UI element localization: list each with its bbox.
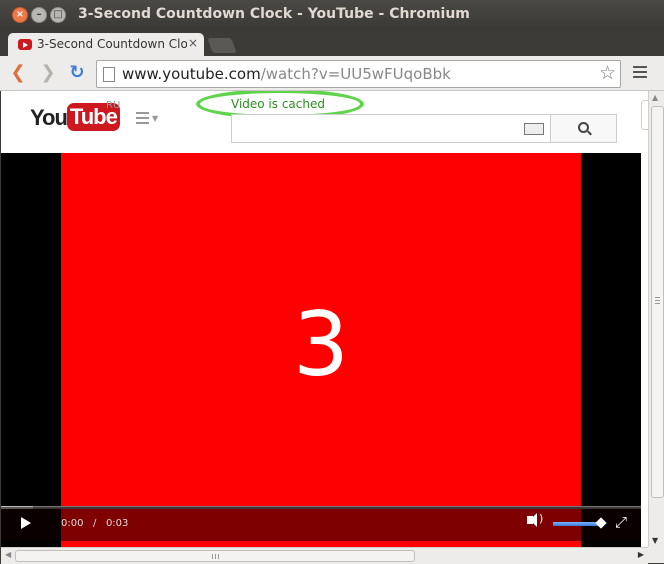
youtube-header: You Tube RU ▼ Video is cached (1, 91, 648, 153)
logo-you-text: You (30, 105, 68, 130)
url-text[interactable]: www.youtube.com/watch?v=UU5wFUqoBbk (122, 65, 451, 83)
reload-button[interactable]: ↻ (66, 62, 88, 84)
time-separator: / (93, 518, 97, 529)
video-player[interactable]: 3 0:00 / 0:03 (1, 153, 641, 547)
vertical-scroll-thumb[interactable] (651, 106, 664, 498)
search-input[interactable] (231, 114, 551, 143)
window-titlebar: × – □ 3-Second Countdown Clock - YouTube… (0, 0, 664, 30)
window-maximize-button[interactable]: □ (50, 7, 66, 23)
video-frame: 3 (61, 153, 581, 547)
vertical-scrollbar[interactable]: ▲ ▼ (648, 91, 664, 547)
scroll-right-icon[interactable]: ▶ (638, 550, 644, 559)
scrollbar-corner (648, 547, 664, 563)
browser-toolbar: ❮ ❯ ↻ www.youtube.com/watch?v=UU5wFUqoBb… (0, 56, 664, 91)
horizontal-scrollbar[interactable]: ◀ ▶ (1, 547, 648, 564)
volume-slider[interactable] (553, 522, 601, 526)
scroll-up-icon[interactable]: ▲ (652, 93, 658, 102)
forward-button[interactable]: ❯ (37, 62, 59, 84)
play-icon[interactable] (21, 517, 31, 529)
volume-icon[interactable] (527, 512, 543, 527)
time-display: 0:00 / 0:03 (61, 518, 128, 529)
back-button[interactable]: ❮ (7, 62, 29, 84)
region-label: RU (106, 100, 121, 111)
address-bar[interactable]: www.youtube.com/watch?v=UU5wFUqoBbk ☆ (96, 60, 621, 88)
url-path: /watch?v=UU5wFUqoBbk (260, 65, 451, 83)
search-button[interactable] (550, 114, 617, 143)
window-minimize-button[interactable]: – (31, 7, 47, 23)
new-tab-button[interactable] (207, 38, 237, 53)
keyboard-icon[interactable] (524, 123, 544, 135)
window-title: 3-Second Countdown Clock - YouTube - Chr… (78, 6, 470, 22)
horizontal-scroll-thumb[interactable] (15, 550, 415, 562)
tab-strip: 3-Second Countdown Cloc × (0, 30, 664, 56)
url-host: www.youtube.com (122, 65, 261, 83)
annotation-text: Video is cached (231, 97, 325, 111)
window-close-button[interactable]: × (12, 7, 28, 23)
browser-menu-icon[interactable] (633, 66, 647, 80)
search-icon (578, 122, 589, 133)
player-controls: 0:00 / 0:03 (1, 507, 641, 541)
page-viewport: You Tube RU ▼ Video is cached 3 0:00 / 0:… (1, 91, 648, 547)
current-time: 0:00 (61, 518, 84, 529)
tab-title: 3-Second Countdown Cloc (37, 37, 187, 51)
youtube-favicon-icon (18, 39, 32, 50)
side-panel-button[interactable] (641, 100, 648, 130)
scroll-down-icon[interactable]: ▼ (652, 536, 658, 545)
page-icon (103, 67, 115, 82)
duration: 0:03 (105, 518, 129, 529)
bookmark-star-icon[interactable]: ☆ (599, 62, 616, 84)
scroll-left-icon[interactable]: ◀ (5, 550, 11, 559)
tab-close-icon[interactable]: × (188, 36, 198, 50)
youtube-logo[interactable]: You Tube RU (30, 100, 121, 131)
fullscreen-icon[interactable] (615, 513, 631, 532)
browser-tab[interactable]: 3-Second Countdown Cloc × (8, 33, 204, 56)
countdown-number: 3 (293, 293, 349, 396)
guide-menu-icon[interactable]: ▼ (136, 112, 158, 127)
volume-slider-handle[interactable] (595, 517, 607, 529)
